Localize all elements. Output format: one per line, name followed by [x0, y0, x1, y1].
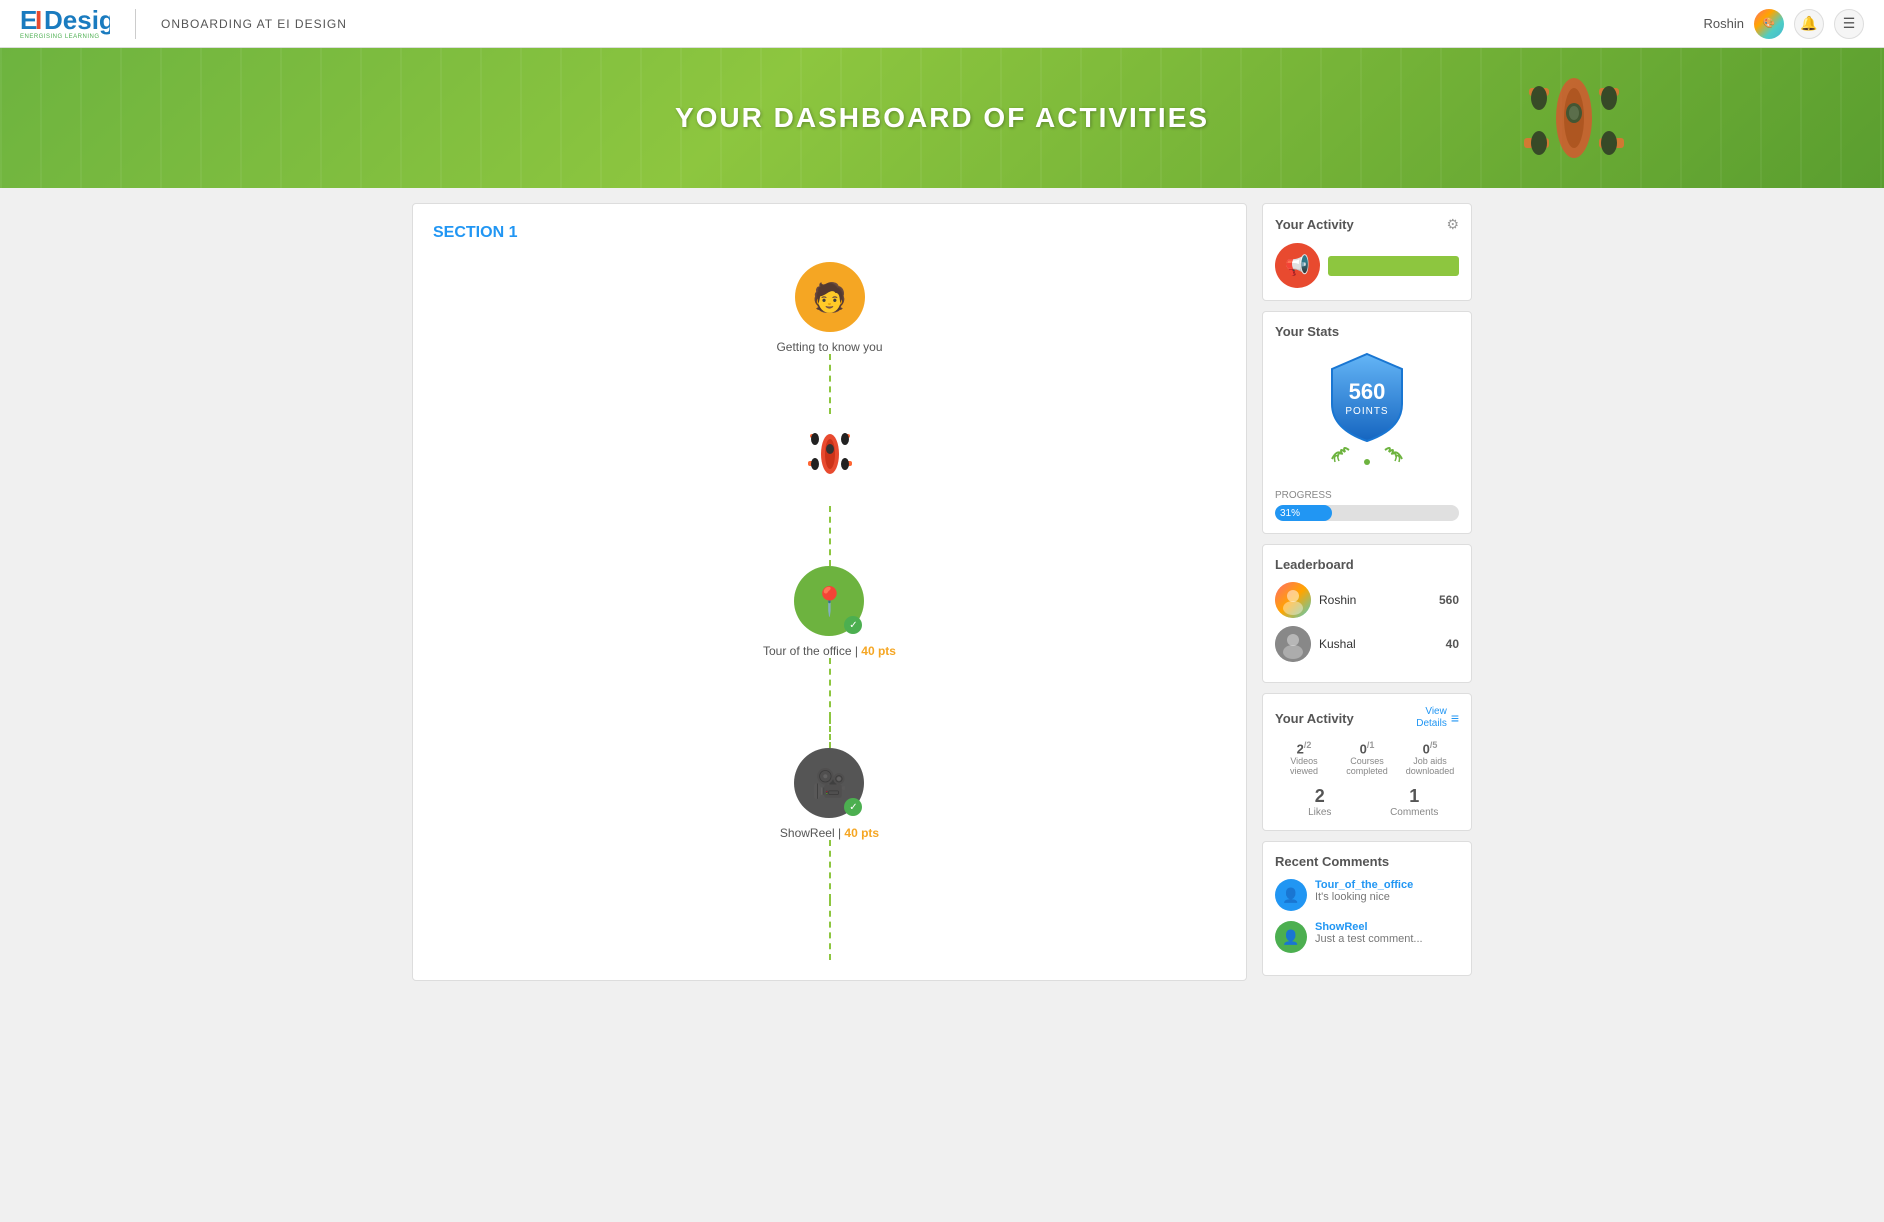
hero-banner: YOUR DASHBOARD OF ACTIVITIES	[0, 48, 1884, 188]
job-aids-stat: 0/5 Job aids downloaded	[1401, 740, 1459, 776]
timeline-node-1[interactable]: 🧑	[795, 262, 865, 332]
person-icon: 🧑	[812, 281, 847, 314]
view-details-area: View Details ≡	[1416, 706, 1459, 730]
progress-bar-fill: 31%	[1275, 505, 1332, 521]
main-content: SECTION 1 🧑 Getting to know you	[392, 188, 1492, 996]
view-details-link[interactable]: View Details	[1416, 706, 1447, 730]
timeline-node-2[interactable]: 📍 ✓	[794, 566, 864, 636]
progress-bar: 31%	[1275, 505, 1459, 521]
videos-viewed-stat: 2/2 Videos viewed	[1275, 740, 1333, 776]
hero-title: YOUR DASHBOARD OF ACTIVITIES	[675, 102, 1209, 134]
likes-comments-row: 2 Likes 1 Comments	[1275, 786, 1459, 818]
comment-text-1: Tour_of_the_office It's looking nice	[1315, 879, 1413, 903]
connector-4	[829, 718, 831, 748]
activity-megaphone: 📢	[1275, 243, 1459, 288]
shield-container: 560 POINTS	[1275, 349, 1459, 480]
activity-bottom-header: Your Activity View Details ≡	[1275, 706, 1459, 730]
section-title: SECTION 1	[433, 224, 1226, 242]
comment-body-1: It's looking nice	[1315, 891, 1413, 903]
timeline-label-3: ShowReel | 40 pts	[780, 826, 879, 840]
svg-text:ENERGISING LEARNING: ENERGISING LEARNING	[20, 34, 100, 39]
timeline-node-3[interactable]: 🎥 ✓	[794, 748, 864, 818]
header-divider	[135, 9, 136, 39]
user-avatar[interactable]: 🎨	[1754, 9, 1784, 39]
logo: E I Design ENERGISING LEARNING	[20, 3, 110, 44]
comment-link-2[interactable]: ShowReel	[1315, 921, 1423, 933]
activity-header: Your Activity ⚙	[1275, 216, 1459, 233]
username-label: Roshin	[1704, 16, 1744, 31]
progress-label: PROGRESS	[1275, 490, 1459, 501]
laurel-decoration	[1327, 444, 1407, 475]
leaderboard-title: Leaderboard	[1275, 557, 1459, 572]
stats-title: Your Stats	[1275, 324, 1459, 339]
comments-label: Comments	[1370, 807, 1460, 818]
comment-avatar-1: 👤	[1275, 879, 1307, 911]
notifications-button[interactable]: 🔔	[1794, 9, 1824, 39]
likes-value: 2	[1275, 786, 1365, 807]
check-badge-3: ✓	[844, 798, 862, 816]
activity-progress-bar	[1328, 256, 1459, 276]
left-panel: SECTION 1 🧑 Getting to know you	[412, 203, 1247, 981]
timeline-label-1: Getting to know you	[776, 340, 882, 354]
logo-area: E I Design ENERGISING LEARNING ONBOARDIN…	[20, 3, 347, 44]
timeline: 🧑 Getting to know you	[433, 262, 1226, 960]
leaderboard-row-1: Roshin 560	[1275, 582, 1459, 618]
svg-text:560: 560	[1349, 379, 1386, 404]
comment-body-2: Just a test comment...	[1315, 933, 1423, 945]
likes-label: Likes	[1275, 807, 1365, 818]
lb-score-roshin: 560	[1439, 593, 1459, 607]
activity-top-card: Your Activity ⚙ 📢	[1262, 203, 1472, 301]
video-icon: 🎥	[812, 767, 847, 800]
car-icon	[805, 419, 855, 501]
header: E I Design ENERGISING LEARNING ONBOARDIN…	[0, 0, 1884, 48]
activity-top-title: Your Activity	[1275, 217, 1354, 232]
leaderboard-card: Leaderboard	[1262, 544, 1472, 683]
map-icon: 📍	[812, 585, 847, 618]
comment-link-1[interactable]: Tour_of_the_office	[1315, 879, 1413, 891]
timeline-item-1: 🧑 Getting to know you	[776, 262, 882, 354]
lb-name-kushal: Kushal	[1319, 637, 1438, 651]
check-badge-2: ✓	[844, 616, 862, 634]
likes-stat: 2 Likes	[1275, 786, 1365, 818]
header-right: Roshin 🎨 🔔 ☰	[1704, 9, 1864, 39]
comment-text-2: ShowReel Just a test comment...	[1315, 921, 1423, 945]
gear-icon[interactable]: ⚙	[1446, 216, 1459, 233]
svg-text:I: I	[35, 5, 42, 35]
connector-2	[829, 506, 831, 566]
recent-comments-card: Recent Comments 👤 Tour_of_the_office It'…	[1262, 841, 1472, 976]
shield-shape: 560 POINTS	[1322, 349, 1412, 444]
timeline-item-3: 🎥 ✓ ShowReel | 40 pts	[780, 748, 879, 840]
lb-avatar-kushal	[1275, 626, 1311, 662]
comments-value: 1	[1370, 786, 1460, 807]
lb-score-kushal: 40	[1446, 637, 1459, 651]
lb-avatar-roshin	[1275, 582, 1311, 618]
stats-card: Your Stats 560	[1262, 311, 1472, 534]
course-title: ONBOARDING AT EI DESIGN	[161, 17, 347, 31]
list-icon: ≡	[1451, 710, 1459, 726]
activity-bottom-title: Your Activity	[1275, 711, 1354, 726]
comment-avatar-2: 👤	[1275, 921, 1307, 953]
lb-name-roshin: Roshin	[1319, 593, 1431, 607]
comments-stat: 1 Comments	[1370, 786, 1460, 818]
connector-6	[829, 900, 831, 960]
connector-3	[829, 658, 831, 718]
activity-stats-grid: 2/2 Videos viewed 0/1 Courses completed …	[1275, 740, 1459, 776]
connector-5	[829, 840, 831, 900]
connector-1	[829, 354, 831, 414]
comment-item-2: 👤 ShowReel Just a test comment...	[1275, 921, 1459, 953]
leaderboard-row-2: Kushal 40	[1275, 626, 1459, 662]
megaphone-icon: 📢	[1275, 243, 1320, 288]
svg-text:POINTS: POINTS	[1345, 406, 1388, 417]
activity-bottom-card: Your Activity View Details ≡ 2/2 Videos …	[1262, 693, 1472, 831]
timeline-label-2: Tour of the office | 40 pts	[763, 644, 896, 658]
courses-completed-stat: 0/1 Courses completed	[1338, 740, 1396, 776]
race-car-decoration	[1514, 58, 1634, 188]
comment-item-1: 👤 Tour_of_the_office It's looking nice	[1275, 879, 1459, 911]
recent-comments-title: Recent Comments	[1275, 854, 1459, 869]
right-panel: Your Activity ⚙ 📢 Your Stats	[1262, 203, 1472, 981]
menu-button[interactable]: ☰	[1834, 9, 1864, 39]
svg-text:Design: Design	[44, 5, 110, 35]
timeline-item-2: 📍 ✓ Tour of the office | 40 pts	[763, 566, 896, 658]
